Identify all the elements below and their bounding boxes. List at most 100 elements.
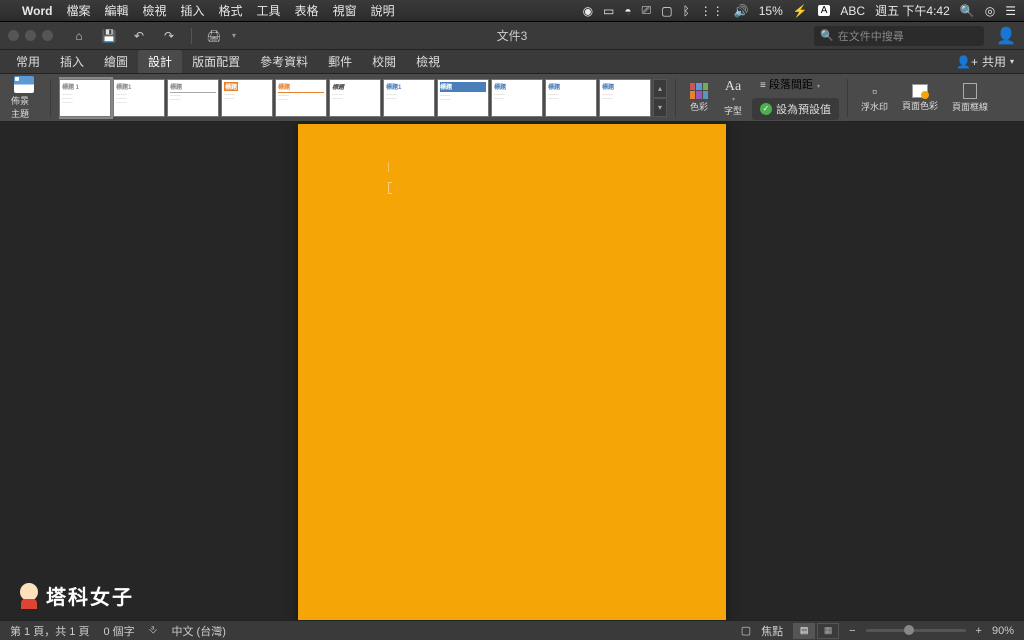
colors-label: 色彩 <box>690 100 708 113</box>
menu-format[interactable]: 格式 <box>219 2 243 19</box>
spotlight-icon[interactable]: 🔍 <box>960 4 975 18</box>
save-button[interactable]: 💾 <box>97 26 121 46</box>
redo-button[interactable]: ↷ <box>157 26 181 46</box>
print-button[interactable]: 🖨 <box>202 26 226 46</box>
text-cursor <box>388 182 392 194</box>
menu-table[interactable]: 表格 <box>295 2 319 19</box>
input-source-badge[interactable]: A <box>818 5 831 16</box>
bluetooth-icon[interactable]: ᛒ <box>683 4 690 18</box>
chevron-down-icon[interactable]: ▾ <box>653 98 667 117</box>
zoom-out-button[interactable]: − <box>849 625 855 637</box>
page-count[interactable]: 第 1 頁，共 1 頁 <box>10 623 89 639</box>
volume-icon[interactable]: 🔊 <box>734 4 749 18</box>
zoom-slider[interactable] <box>866 629 966 632</box>
menu-insert[interactable]: 插入 <box>181 2 205 19</box>
tab-layout[interactable]: 版面配置 <box>182 50 250 73</box>
document-formatting-gallery[interactable]: 標題 1─────────────── 標題1─────────────── 標… <box>59 77 667 119</box>
menu-view[interactable]: 檢視 <box>142 2 166 19</box>
window-controls[interactable] <box>8 30 53 41</box>
wifi-icon[interactable]: ⋮⋮ <box>700 4 724 18</box>
tab-mailings[interactable]: 郵件 <box>318 50 362 73</box>
style-set-thumb[interactable]: 標題1─────────────── <box>113 79 165 117</box>
display-icon[interactable]: ▢ <box>661 4 672 18</box>
ribbon-tabs: 常用 插入 繪圖 設計 版面配置 參考資料 郵件 校閱 檢視 👤+ 共用 ▾ <box>0 50 1024 74</box>
print-layout-view-icon[interactable]: ▤ <box>793 623 815 639</box>
status-icon[interactable]: ◉ <box>583 4 593 18</box>
fonts-label: 字型 <box>724 104 742 117</box>
view-switcher[interactable]: ▤ ▦ <box>793 623 839 639</box>
clock[interactable]: 週五 下午4:42 <box>875 2 950 19</box>
watermark-button[interactable]: ▫ 浮水印 <box>856 76 893 120</box>
style-set-thumb[interactable]: 標題────────── <box>599 79 651 117</box>
page-color-button[interactable]: 頁面色彩 <box>897 76 943 120</box>
line-icon[interactable]: ◓ <box>624 4 631 18</box>
menu-window[interactable]: 視窗 <box>333 2 357 19</box>
screen-mirror-icon[interactable]: ⎚ <box>642 3 652 18</box>
tab-home[interactable]: 常用 <box>6 50 50 73</box>
page-color-label: 頁面色彩 <box>902 99 938 112</box>
mascot-icon <box>18 583 40 609</box>
dropdown-caret-icon[interactable]: ▾ <box>232 31 236 40</box>
set-as-default-button[interactable]: ✓ 設為預設值 <box>752 98 839 120</box>
minimize-window-icon[interactable] <box>25 30 36 41</box>
style-set-thumb[interactable]: 標題────────── <box>221 79 273 117</box>
menu-help[interactable]: 說明 <box>371 2 395 19</box>
zoom-level[interactable]: 90% <box>992 625 1014 637</box>
paragraph-spacing-button[interactable]: ≡ 段落間距 ▾ <box>752 76 839 98</box>
home-button[interactable]: ⌂ <box>67 26 91 46</box>
tab-design[interactable]: 設計 <box>138 50 182 73</box>
control-center-icon[interactable]: ☰ <box>1005 4 1016 18</box>
document-page[interactable] <box>298 124 726 620</box>
style-set-thumb[interactable]: 標題────────── <box>275 79 327 117</box>
tab-view[interactable]: 檢視 <box>406 50 450 73</box>
spellcheck-icon[interactable]: ⎀ <box>149 624 158 637</box>
siri-icon[interactable]: ◎ <box>985 4 995 18</box>
tab-insert[interactable]: 插入 <box>50 50 94 73</box>
page-color-icon <box>912 84 928 98</box>
share-label: 共用 <box>982 53 1006 70</box>
menu-file[interactable]: 檔案 <box>66 2 90 19</box>
style-set-thumb[interactable]: 標題────────── <box>329 79 381 117</box>
themes-label: 佈景主題 <box>11 94 37 120</box>
status-icon[interactable]: ▭ <box>603 4 614 18</box>
undo-button[interactable]: ↶ <box>127 26 151 46</box>
word-count[interactable]: 0 個字 <box>103 623 134 639</box>
tab-draw[interactable]: 繪圖 <box>94 50 138 73</box>
tab-references[interactable]: 參考資料 <box>250 50 318 73</box>
battery-icon[interactable]: ⚡ <box>793 4 808 18</box>
themes-button[interactable]: 佈景主題 <box>6 76 42 120</box>
menu-tools[interactable]: 工具 <box>257 2 281 19</box>
paragraph-mark <box>388 162 389 172</box>
style-set-thumb[interactable]: 標題1────────── <box>383 79 435 117</box>
focus-mode-icon[interactable]: ▢ <box>741 624 751 637</box>
search-input[interactable]: 🔍 在文件中搜尋 <box>814 26 984 46</box>
zoom-in-button[interactable]: + <box>976 625 982 637</box>
document-area[interactable] <box>0 122 1024 620</box>
style-set-thumb[interactable]: 標題────────── <box>437 79 489 117</box>
search-icon: 🔍 <box>820 29 834 42</box>
battery-percent[interactable]: 15% <box>759 4 783 18</box>
zoom-thumb[interactable] <box>904 625 914 635</box>
chevron-down-icon: ▾ <box>817 84 820 90</box>
focus-mode-label[interactable]: 焦點 <box>761 623 783 639</box>
style-set-thumb[interactable]: 標題 1─────────────── <box>59 79 111 117</box>
input-source-label[interactable]: ABC <box>840 4 865 18</box>
gallery-scroll[interactable]: ▴▾ <box>653 79 667 117</box>
close-window-icon[interactable] <box>8 30 19 41</box>
style-set-thumb[interactable]: 標題────────── <box>491 79 543 117</box>
app-menu[interactable]: Word <box>22 4 52 18</box>
style-set-thumb[interactable]: 標題────────── <box>545 79 597 117</box>
language-status[interactable]: 中文 (台灣) <box>171 623 225 639</box>
web-layout-view-icon[interactable]: ▦ <box>817 623 839 639</box>
user-account-icon[interactable]: 👤 <box>996 26 1016 46</box>
fonts-button[interactable]: Aa ▾ 字型 <box>718 76 748 120</box>
colors-button[interactable]: 色彩 <box>684 76 714 120</box>
menu-edit[interactable]: 編輯 <box>104 2 128 19</box>
page-borders-label: 頁面框線 <box>952 100 988 113</box>
chevron-up-icon[interactable]: ▴ <box>653 79 667 98</box>
fullscreen-window-icon[interactable] <box>42 30 53 41</box>
page-borders-button[interactable]: 頁面框線 <box>947 76 993 120</box>
tab-review[interactable]: 校閱 <box>362 50 406 73</box>
style-set-thumb[interactable]: 標題────────── <box>167 79 219 117</box>
share-button[interactable]: 👤+ 共用 ▾ <box>946 50 1024 73</box>
